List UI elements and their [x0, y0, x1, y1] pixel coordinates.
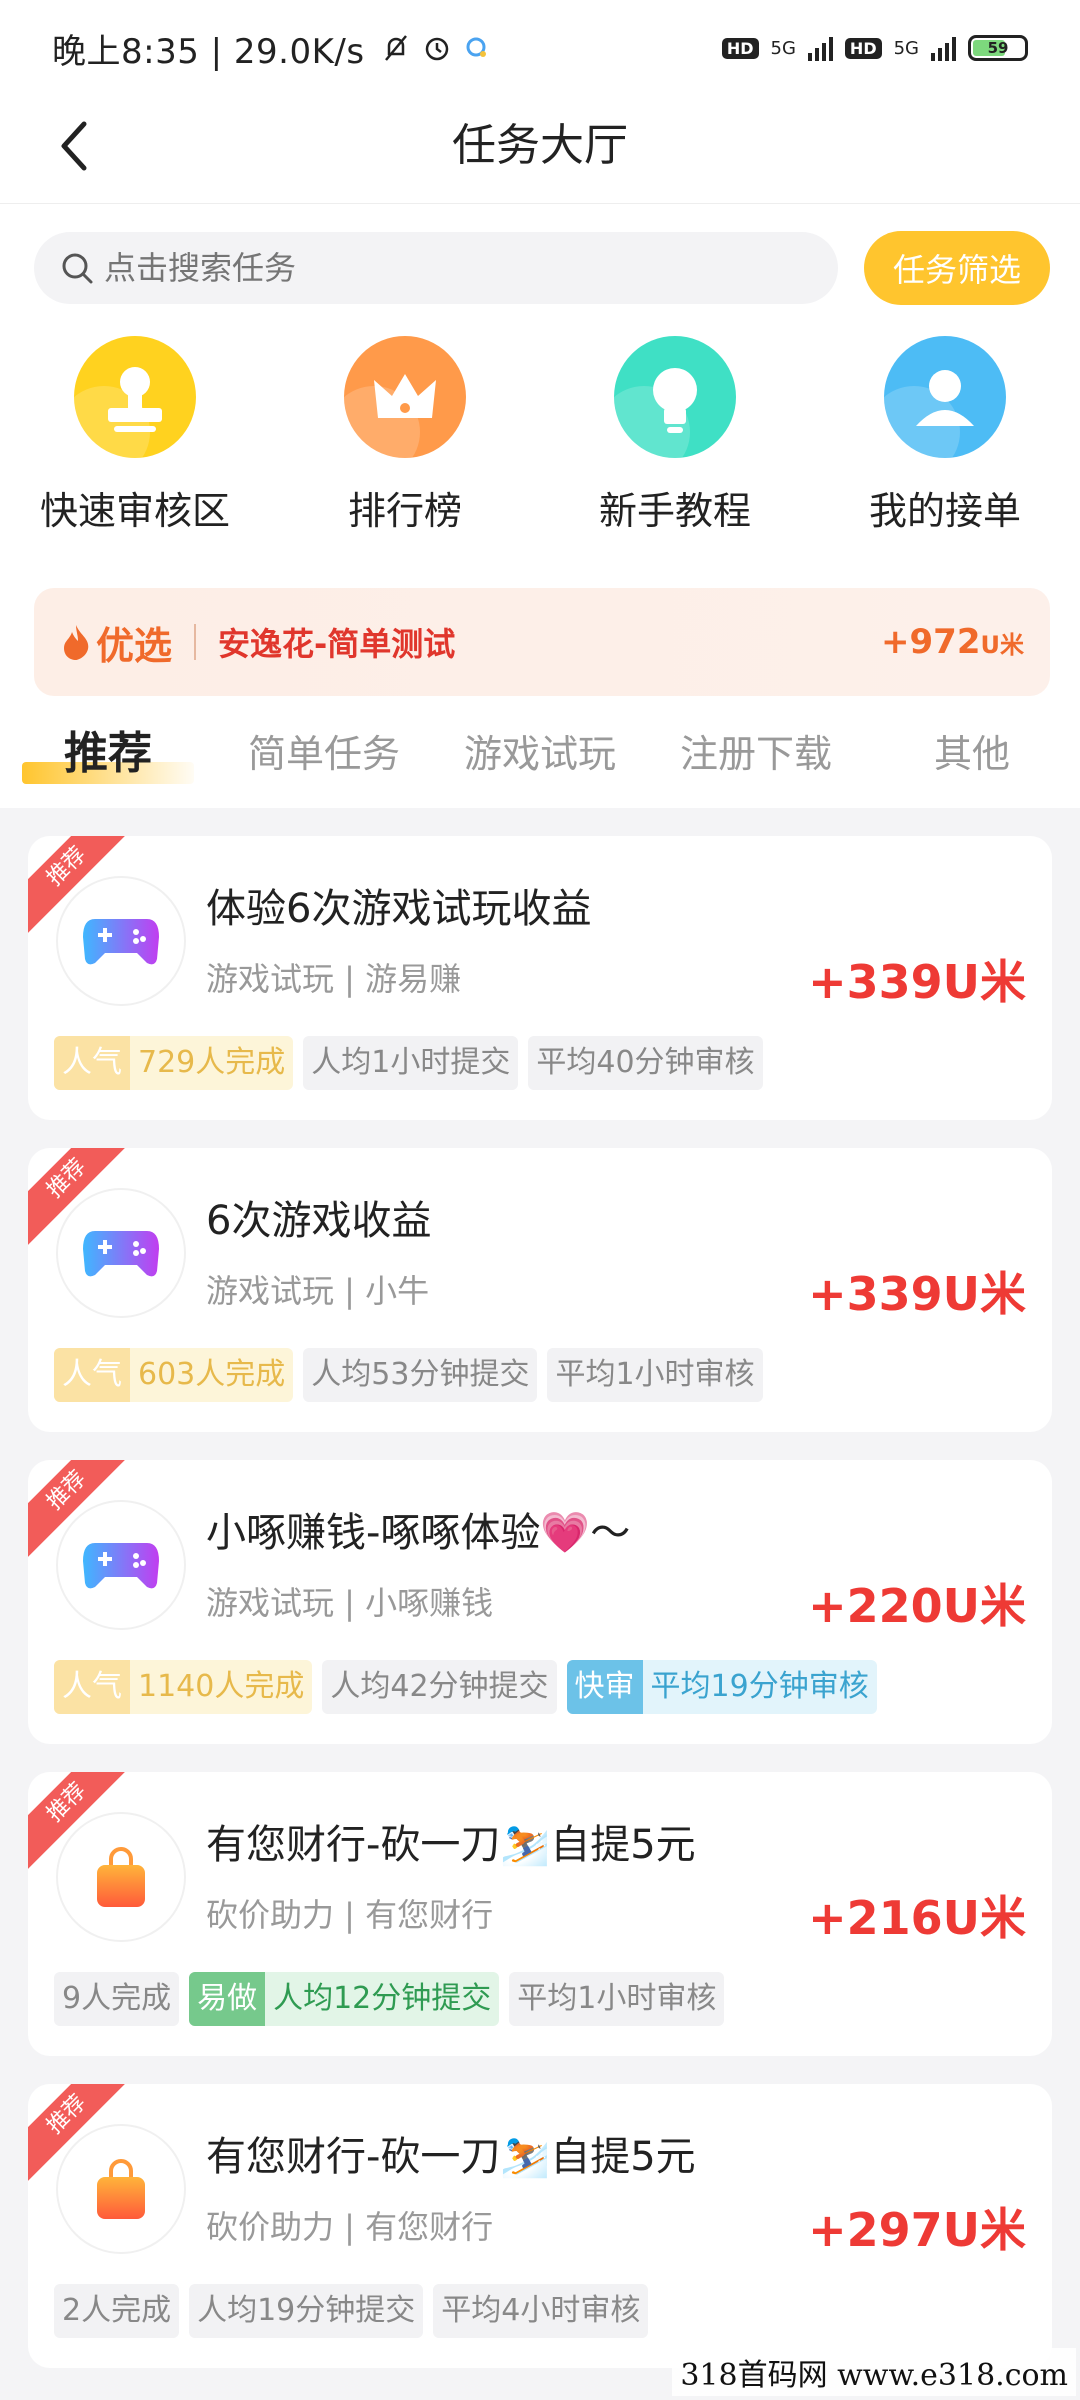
featured-reward: +972U米: [881, 622, 1024, 662]
search-box[interactable]: [34, 232, 838, 304]
search-input[interactable]: [104, 249, 704, 287]
fast-review-tag: 快审 平均19分钟审核: [566, 1660, 877, 1714]
completed-count-tag: 2人完成: [54, 2284, 180, 2338]
task-reward: +216U米: [808, 1891, 1026, 1945]
submit-time-tag: 人均53分钟提交: [303, 1348, 538, 1402]
popularity-tag: 人气 603人完成: [54, 1348, 294, 1402]
gamepad-icon: [56, 1188, 186, 1318]
hd-icon: HD: [721, 37, 759, 59]
quicknav-label: 我的接单: [868, 489, 1021, 533]
task-tags: 人气 603人完成 人均53分钟提交 平均1小时审核: [54, 1348, 763, 1402]
status-bar: 晚上8:35 | 29.0K/s HD 5G HD 5G 59: [0, 0, 1080, 96]
popularity-tag: 人气 729人完成: [54, 1036, 294, 1090]
task-reward: +297U米: [808, 2203, 1026, 2257]
quicknav-label: 新手教程: [598, 489, 751, 533]
tab-register-download[interactable]: 注册下载: [648, 704, 864, 808]
task-category: 游戏试玩 | 小牛: [206, 1272, 430, 1310]
popularity-tag: 人气 1140人完成: [54, 1660, 313, 1714]
task-filter-button[interactable]: 任务筛选: [864, 231, 1050, 305]
tab-other[interactable]: 其他: [864, 704, 1080, 808]
quicknav-label: 快速审核区: [39, 489, 230, 533]
task-card[interactable]: 推荐 有您财行-砍一刀⛷️自提5元 砍价助力 | 有您财行 +297U米 2人完…: [28, 2084, 1052, 2368]
featured-badge: 优选: [60, 615, 172, 670]
battery-icon: 59: [968, 35, 1028, 61]
network-type-2: 5G: [893, 37, 919, 59]
task-tags: 2人完成 人均19分钟提交 平均4小时审核: [54, 2284, 649, 2338]
task-title: 有您财行-砍一刀⛷️自提5元: [206, 1822, 696, 1868]
alarm-icon: [425, 37, 448, 61]
battery-level: 59: [987, 39, 1009, 57]
divider: [194, 624, 197, 660]
tab-simple-tasks[interactable]: 简单任务: [216, 704, 432, 808]
task-tags: 人气 1140人完成 人均42分钟提交 快审 平均19分钟审核: [54, 1660, 877, 1714]
submit-time-tag: 人均42分钟提交: [322, 1660, 557, 1714]
submit-time-tag: 人均1小时提交: [303, 1036, 519, 1090]
review-time-tag: 平均40分钟审核: [528, 1036, 763, 1090]
shopping-bag-icon: [56, 1812, 186, 1942]
gamepad-icon: [56, 1500, 186, 1630]
flame-icon: [64, 625, 89, 660]
page-title: 任务大厅: [452, 120, 628, 171]
network-type-1: 5G: [770, 37, 796, 59]
task-title: 小啄赚钱-啄啄体验💗～: [206, 1510, 631, 1556]
task-reward: +339U米: [808, 955, 1026, 1009]
task-title: 体验6次游戏试玩收益: [206, 886, 592, 932]
signal-icon: [807, 35, 833, 61]
task-tags: 9人完成 易做 人均12分钟提交 平均1小时审核: [54, 1972, 725, 2026]
review-time-tag: 平均4小时审核: [433, 2284, 649, 2338]
watermark: 318首码网 www.e318.com: [672, 2348, 1076, 2396]
signal-icon: [931, 35, 956, 61]
task-card[interactable]: 推荐 小啄赚钱-啄啄体验💗～ 游戏试玩 | 小啄赚钱 +220U米 人气 1140…: [28, 1460, 1052, 1744]
app-notification-icon: [466, 37, 486, 57]
task-title: 有您财行-砍一刀⛷️自提5元: [206, 2134, 696, 2180]
quicknav-my-orders[interactable]: 我的接单: [810, 314, 1080, 564]
search-row: 任务筛选: [0, 204, 1080, 314]
task-card[interactable]: 推荐 体验6次游戏试玩收益 游戏试玩 | 游易赚 +339U米 人气 729人完成…: [28, 836, 1052, 1120]
tab-recommended[interactable]: 推荐: [0, 704, 216, 808]
submit-time-tag: 人均19分钟提交: [189, 2284, 424, 2338]
quicknav-fast-review[interactable]: 快速审核区: [0, 314, 270, 564]
gamepad-icon: [56, 876, 186, 1006]
easy-tag: 易做 人均12分钟提交: [189, 1972, 500, 2026]
stamp-icon: [74, 336, 196, 458]
quicknav-label: 排行榜: [347, 489, 462, 533]
task-category: 游戏试玩 | 小啄赚钱: [206, 1584, 494, 1622]
featured-title: 安逸花-简单测试: [218, 625, 456, 663]
quick-nav: 快速审核区 排行榜 新手教程 我的接单: [0, 314, 1080, 564]
nav-bar: 任务大厅: [0, 96, 1080, 204]
mute-bell-icon: [384, 35, 407, 61]
completed-count-tag: 9人完成: [54, 1972, 180, 2026]
featured-banner[interactable]: 优选 安逸花-简单测试 +972U米: [34, 588, 1050, 696]
task-card[interactable]: 推荐 6次游戏收益 游戏试玩 | 小牛 +339U米 人气 603人完成 人均53…: [28, 1148, 1052, 1432]
tab-game-trial[interactable]: 游戏试玩: [432, 704, 648, 808]
user-icon: [884, 336, 1006, 458]
quicknav-tutorial[interactable]: 新手教程: [540, 314, 810, 564]
hd-icon: HD: [844, 37, 882, 59]
task-category: 砍价助力 | 有您财行: [206, 1896, 494, 1934]
lightbulb-icon: [614, 336, 736, 458]
status-time: 晚上8:35 | 29.0K/s: [52, 31, 365, 72]
quicknav-ranking[interactable]: 排行榜: [270, 314, 540, 564]
shopping-bag-icon: [56, 2124, 186, 2254]
task-category: 砍价助力 | 有您财行: [206, 2208, 494, 2246]
crown-icon: [344, 336, 466, 458]
review-time-tag: 平均1小时审核: [509, 1972, 725, 2026]
category-tabs: 推荐 简单任务 游戏试玩 注册下载 其他: [0, 704, 1080, 808]
task-reward: +220U米: [808, 1579, 1026, 1633]
review-time-tag: 平均1小时审核: [547, 1348, 763, 1402]
search-icon: [62, 253, 93, 284]
task-tags: 人气 729人完成 人均1小时提交 平均40分钟审核: [54, 1036, 763, 1090]
task-title: 6次游戏收益: [206, 1198, 432, 1244]
task-card[interactable]: 推荐 有您财行-砍一刀⛷️自提5元 砍价助力 | 有您财行 +216U米 9人完…: [28, 1772, 1052, 2056]
task-list: 推荐 体验6次游戏试玩收益 游戏试玩 | 游易赚 +339U米 人气 729人完成…: [0, 808, 1080, 2400]
task-category: 游戏试玩 | 游易赚: [206, 960, 462, 998]
task-reward: +339U米: [808, 1267, 1026, 1321]
